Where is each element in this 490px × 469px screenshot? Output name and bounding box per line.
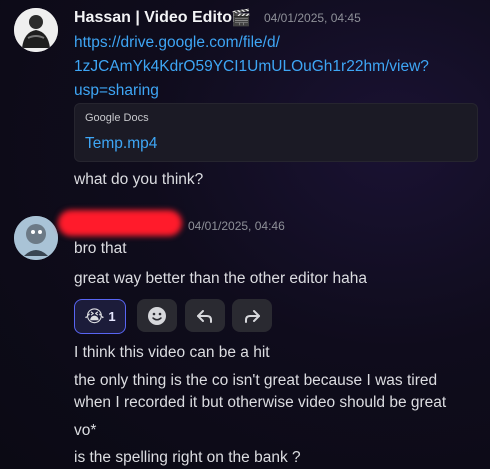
embed-provider: Google Docs — [85, 112, 149, 124]
forward-button[interactable] — [232, 299, 272, 332]
link-line[interactable]: https://drive.google.com/file/d/ — [74, 32, 429, 53]
message-text: I think this video can be a hit — [74, 344, 270, 361]
loudly-crying-emoji-icon: 😭 — [84, 306, 105, 326]
message-text: bro that — [74, 240, 127, 257]
embed-title[interactable]: Temp.mp4 — [85, 135, 157, 153]
cartoon-avatar-image — [14, 216, 58, 260]
link-embed: Google Docs Temp.mp4 — [74, 103, 478, 162]
message-text: vo* — [74, 422, 97, 439]
message-text: when I recorded it but otherwise video s… — [74, 394, 447, 411]
author-name[interactable]: Hassan | Video Editor — [74, 9, 238, 27]
message-timestamp: 04/01/2025, 04:46 — [188, 219, 285, 233]
avatar-hassan[interactable] — [14, 8, 58, 52]
reply-button[interactable] — [185, 299, 225, 332]
drive-link[interactable]: https://drive.google.com/file/d/ 1zJCAmY… — [74, 32, 429, 101]
message-text: great way better than the other editor h… — [74, 270, 367, 287]
link-line[interactable]: usp=sharing — [74, 80, 429, 101]
message-text: the only thing is the co isn't great bec… — [74, 372, 438, 389]
forward-icon — [245, 309, 260, 323]
link-line[interactable]: 1zJCAmYk4KdrO59YCI1UmULOuGh1r22hm/view? — [74, 56, 429, 77]
video-badge-icon: 🎬 — [231, 10, 251, 27]
redacted-username — [58, 210, 182, 236]
reply-icon — [197, 309, 212, 323]
message-timestamp: 04/01/2025, 04:45 — [264, 11, 361, 25]
message-text: what do you think? — [74, 171, 204, 188]
message-text: is the spelling right on the bank ? — [74, 449, 301, 466]
statue-avatar-image — [14, 8, 58, 52]
avatar-user[interactable] — [14, 216, 58, 260]
reaction-count: 1 — [108, 309, 116, 324]
add-reaction-button[interactable] — [137, 299, 177, 332]
smiley-icon — [148, 306, 166, 325]
reaction-loudly-crying[interactable]: 😭 1 — [74, 299, 126, 334]
